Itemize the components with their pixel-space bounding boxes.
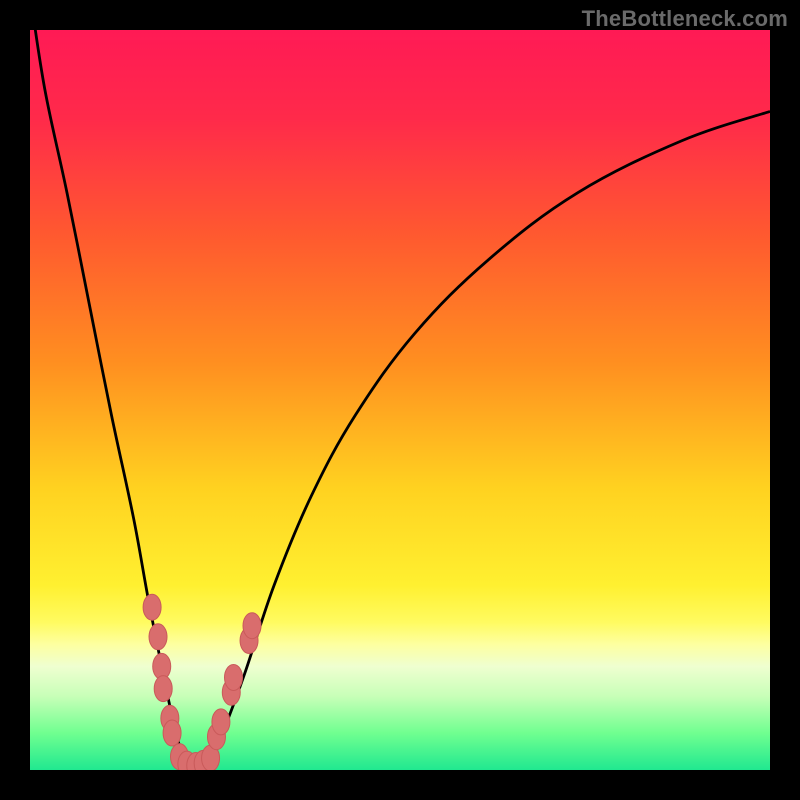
marker-dot (225, 665, 243, 691)
marker-dot (143, 594, 161, 620)
marker-group (143, 594, 261, 770)
marker-dot (163, 720, 181, 746)
marker-dot (243, 613, 261, 639)
marker-dot (154, 676, 172, 702)
plot-area (30, 30, 770, 770)
marker-dot (212, 709, 230, 735)
curve-layer (30, 30, 770, 770)
marker-dot (149, 624, 167, 650)
chart-frame: TheBottleneck.com (0, 0, 800, 800)
bottleneck-curve (30, 30, 770, 767)
watermark-text: TheBottleneck.com (582, 6, 788, 32)
